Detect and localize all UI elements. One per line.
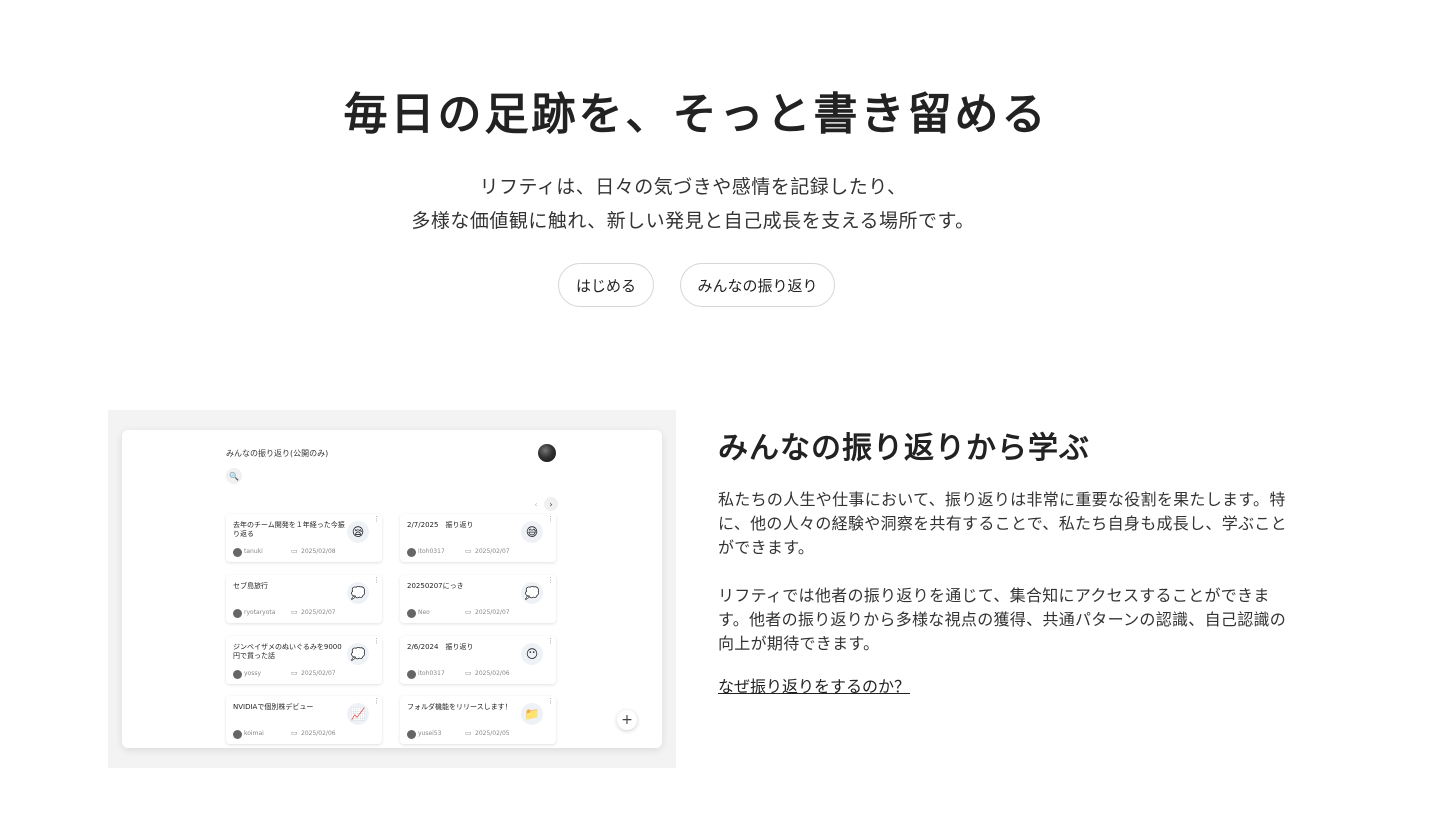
calendar-icon: ▭: [291, 729, 298, 737]
entry-date: 2025/02/07: [301, 670, 336, 677]
entry-user: koimai: [244, 730, 264, 737]
entry-emoji-icon: 😅: [521, 521, 543, 543]
entry-emoji-icon: 📁: [521, 703, 543, 725]
entry-emoji-icon: 😪: [347, 521, 369, 543]
entry-user: yusei53: [418, 730, 442, 737]
app-preview-image: みんなの振り返り(公開のみ) 🔍 ‹ › 去年のチーム開発を１年経った今振り返る…: [108, 410, 676, 768]
hero-title: 毎日の足跡を、そっと書き留める: [343, 89, 1049, 140]
section-paragraph-1: 私たちの人生や仕事において、振り返りは非常に重要な役割を果たします。特に、他の人…: [718, 490, 1287, 557]
entry-card: セブ島旅行 💭 ryotaryota 2025/02/07 ⋮ ▭: [226, 575, 382, 623]
entry-date: 2025/02/05: [475, 730, 510, 737]
user-avatar: [407, 609, 416, 618]
entry-user: yossy: [244, 670, 262, 677]
entry-title: フォルダ機能をリリースします！: [407, 703, 512, 711]
entry-card: 20250207にっき 💭 Neo 2025/02/07 ⋮ ▭: [400, 575, 556, 623]
more-icon: ⋮: [373, 697, 380, 705]
everyone-reflections-button[interactable]: みんなの振り返り: [680, 263, 835, 307]
entry-date: 2025/02/07: [475, 609, 510, 616]
entry-title: 20250207にっき: [407, 582, 464, 590]
more-icon: ⋮: [373, 576, 380, 584]
user-avatar: [233, 609, 242, 618]
entry-date: 2025/02/07: [301, 609, 336, 616]
calendar-icon: ▭: [291, 608, 298, 616]
chevron-left-icon: ‹: [534, 499, 538, 509]
entry-user: itoh0317: [418, 670, 445, 677]
chevron-right-icon: ›: [544, 497, 558, 511]
entry-emoji-icon: 💭: [347, 643, 369, 665]
entry-title: 去年のチーム開発を１年経った今振り返る: [233, 521, 345, 538]
hero-subtitle-line1: リフティは、日々の気づきや感情を記録したり、: [479, 176, 907, 198]
entry-emoji-icon: 💭: [521, 582, 543, 604]
entry-emoji-icon: 😶: [521, 643, 543, 665]
add-icon: +: [617, 710, 637, 730]
entry-card: 2/7/2025 振り返り 😅 itoh0317 2025/02/07 ⋮ ▭: [400, 514, 556, 562]
more-icon: ⋮: [373, 515, 380, 523]
entry-emoji-icon: 💭: [347, 582, 369, 604]
preview-title: みんなの振り返り(公開のみ): [226, 449, 329, 458]
more-icon: ⋮: [547, 697, 554, 705]
calendar-icon: ▭: [291, 547, 298, 555]
calendar-icon: ▭: [465, 669, 472, 677]
user-avatar: [233, 548, 242, 557]
entry-date: 2025/02/07: [475, 548, 510, 555]
entry-card: フォルダ機能をリリースします！ 📁 yusei53 2025/02/05 ⋮ ▭: [400, 696, 556, 744]
section-title: みんなの振り返りから学ぶ: [718, 431, 1090, 466]
entry-date: 2025/02/08: [301, 548, 336, 555]
entry-title: 2/6/2024 振り返り: [407, 643, 474, 651]
entry-title: 2/7/2025 振り返り: [407, 521, 474, 529]
why-reflect-link[interactable]: なぜ振り返りをするのか？: [718, 673, 910, 697]
entry-title: ジンベイザメのぬいぐるみを9000円で買った話: [233, 643, 342, 660]
entry-user: ryotaryota: [244, 609, 276, 616]
more-icon: ⋮: [547, 637, 554, 645]
entry-card: 去年のチーム開発を１年経った今振り返る 😪 tanuki 2025/02/08 ⋮ ▭: [226, 514, 382, 562]
more-icon: ⋮: [373, 637, 380, 645]
hero-subtitle-line2: 多様な価値観に触れ、新しい発見と自己成長を支える場所です。: [411, 210, 975, 232]
entry-card: NVIDIAで個別株デビュー 📈 koimai 2025/02/06 ⋮ ▭: [226, 696, 382, 744]
app-preview-card: みんなの振り返り(公開のみ) 🔍 ‹ › 去年のチーム開発を１年経った今振り返る…: [122, 430, 662, 748]
entry-title: NVIDIAで個別株デビュー: [233, 703, 314, 711]
entry-title: セブ島旅行: [233, 582, 268, 590]
user-avatar: [407, 548, 416, 557]
user-avatar: [233, 670, 242, 679]
more-icon: ⋮: [547, 576, 554, 584]
entry-user: Neo: [418, 609, 430, 616]
calendar-icon: ▭: [465, 608, 472, 616]
user-avatar: [407, 730, 416, 739]
section-paragraph-2: リフティでは他者の振り返りを通じて、集合知にアクセスすることができます。他者の振…: [718, 586, 1287, 653]
calendar-icon: ▭: [465, 729, 472, 737]
entry-card: ジンベイザメのぬいぐるみを9000円で買った話 💭 yossy 2025/02/07 ⋮…: [226, 636, 382, 684]
user-avatar: [233, 730, 242, 739]
avatar: [538, 444, 556, 462]
entry-date: 2025/02/06: [475, 670, 510, 677]
start-button[interactable]: はじめる: [558, 263, 654, 307]
calendar-icon: ▭: [465, 547, 472, 555]
search-icon: 🔍: [226, 468, 242, 484]
calendar-icon: ▭: [291, 669, 298, 677]
entry-emoji-icon: 📈: [347, 703, 369, 725]
entry-card: 2/6/2024 振り返り 😶 itoh0317 2025/02/06 ⋮ ▭: [400, 636, 556, 684]
entry-user: itoh0317: [418, 548, 445, 555]
user-avatar: [407, 670, 416, 679]
entry-date: 2025/02/06: [301, 730, 336, 737]
entry-user: tanuki: [244, 548, 263, 555]
more-icon: ⋮: [547, 515, 554, 523]
